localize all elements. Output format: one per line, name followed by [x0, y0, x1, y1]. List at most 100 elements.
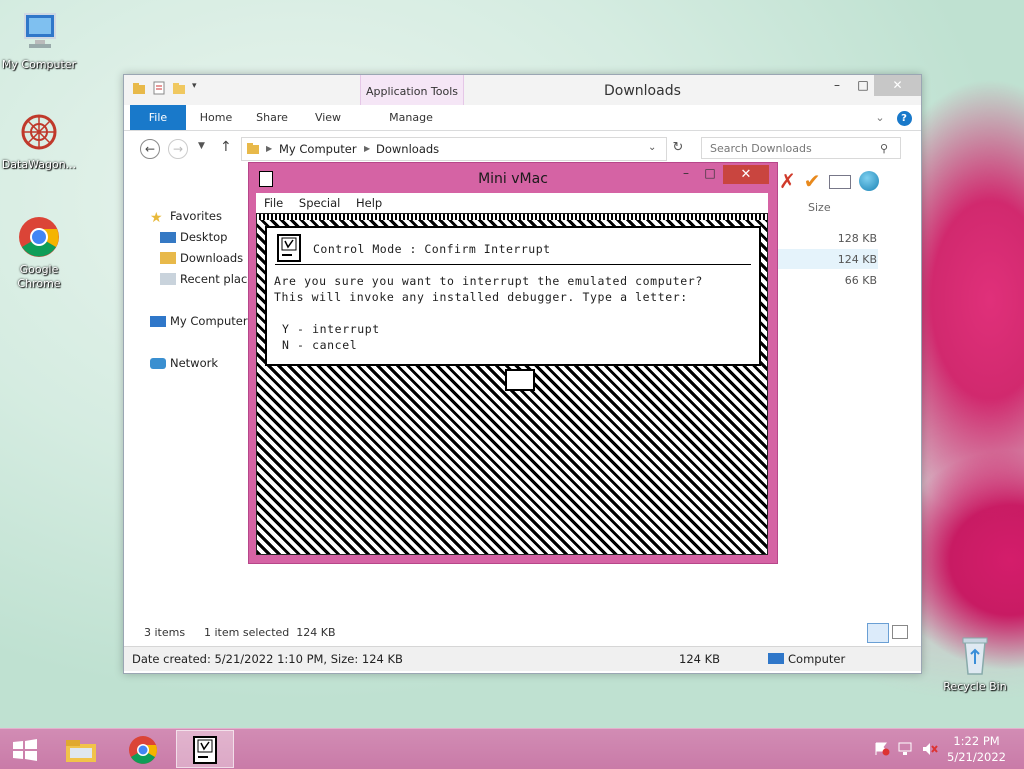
ribbon-tabs: File Home Share View Manage ⌄ ?	[124, 105, 921, 131]
tab-home[interactable]: Home	[194, 105, 238, 130]
checkmark-icon[interactable]: ✔	[804, 169, 821, 193]
dialog-line-2: This will invoke any installed debugger.…	[274, 290, 688, 304]
chrome-icon	[17, 215, 61, 259]
network-icon	[150, 358, 166, 369]
application-tools-tab: Application Tools	[360, 75, 464, 105]
chevron-down-icon[interactable]: ▾	[192, 81, 206, 95]
globe-icon[interactable]	[858, 171, 879, 191]
tab-view[interactable]: View	[306, 105, 350, 130]
details-location: Computer	[788, 652, 846, 666]
recent-locations-icon[interactable]: ▼	[198, 141, 205, 151]
taskbar-chrome[interactable]	[114, 730, 172, 768]
minivmac-titlebar[interactable]: Mini vMac – □ ✕	[249, 163, 777, 193]
details-size: 124 KB	[679, 652, 721, 666]
nav-recent-places[interactable]: Recent places	[160, 272, 260, 286]
taskbar-minivmac[interactable]	[176, 730, 234, 768]
minivmac-maximize-button[interactable]: □	[697, 165, 723, 184]
address-box[interactable]: ▶ My Computer ▶ Downloads ⌄	[241, 137, 667, 161]
dialog-option-n: N - cancel	[282, 338, 358, 352]
breadcrumb-root[interactable]: My Computer	[279, 142, 357, 156]
star-icon: ★	[150, 210, 163, 226]
file-details: Date created: 5/21/2022 1:10 PM, Size: 1…	[132, 652, 403, 666]
minivmac-minimize-button[interactable]: –	[673, 165, 699, 184]
nav-network[interactable]: Network	[150, 356, 218, 370]
navigation-pane: ★ Favorites Desktop Downloads Recent plac…	[124, 195, 260, 625]
search-input[interactable]: Search Downloads	[701, 137, 901, 159]
windows-logo-icon	[13, 739, 37, 761]
explorer-titlebar[interactable]: ▾ Application Tools Downloads – □ ✕	[124, 75, 921, 105]
breadcrumb-separator: ▶	[364, 144, 371, 153]
desktop-icon-label: Google Chrome	[17, 263, 61, 290]
computer-icon	[768, 653, 784, 664]
address-dropdown-icon[interactable]: ⌄	[648, 142, 656, 153]
help-icon[interactable]: ?	[894, 105, 914, 130]
refresh-button[interactable]: ↻	[668, 140, 688, 155]
desktop-icon	[160, 232, 176, 243]
mac-classic-icon	[277, 234, 301, 262]
network-status-icon[interactable]	[898, 742, 914, 756]
recycle-bin-icon	[953, 632, 997, 676]
item-count: 3 items	[144, 626, 186, 639]
minivmac-close-button[interactable]: ✕	[723, 165, 769, 184]
minivmac-icon	[193, 736, 217, 764]
dialog-option-y: Y - interrupt	[282, 322, 380, 336]
properties-icon[interactable]	[152, 81, 166, 95]
screen-top-border	[257, 214, 767, 220]
column-header-size[interactable]: Size	[808, 201, 831, 214]
close-button[interactable]: ✕	[874, 75, 921, 96]
ribbon-expand-icon[interactable]: ⌄	[872, 105, 888, 130]
desktop-icon-label: DataWagon...	[1, 158, 77, 171]
chrome-icon	[129, 736, 157, 764]
nav-downloads[interactable]: Downloads	[160, 251, 243, 265]
clock-time: 1:22 PM	[953, 734, 1000, 748]
nav-my-computer[interactable]: My Computer	[150, 314, 248, 328]
taskbar: 1:22 PM 5/21/2022	[0, 728, 1024, 769]
breadcrumb-separator: ▶	[266, 144, 273, 153]
minivmac-menubar: File Special Help	[256, 193, 768, 213]
search-icon[interactable]: ⚲	[880, 142, 888, 155]
details-view-button[interactable]	[867, 623, 889, 643]
maximize-button[interactable]: □	[850, 75, 876, 96]
emulated-screen[interactable]: Control Mode : Confirm Interrupt Are you…	[256, 213, 768, 555]
quick-access-toolbar: ▾	[132, 81, 206, 95]
file-explorer-icon	[66, 740, 96, 762]
action-center-flag-icon[interactable]	[874, 742, 890, 756]
clock-date: 5/21/2022	[947, 750, 1006, 764]
downloads-folder-icon	[160, 252, 176, 264]
desktop-icon-label: Recycle Bin	[943, 680, 1007, 693]
folder-icon	[247, 143, 259, 154]
tab-file[interactable]: File	[130, 105, 186, 130]
desktop-icon-my-computer[interactable]: My Computer	[0, 10, 78, 72]
tab-share[interactable]: Share	[250, 105, 294, 130]
recent-places-icon	[160, 273, 176, 285]
large-icons-view-button[interactable]	[892, 625, 908, 639]
taskbar-explorer[interactable]	[52, 730, 110, 768]
forward-button[interactable]: →	[168, 139, 188, 159]
dialog-heading: Control Mode : Confirm Interrupt	[313, 242, 551, 256]
folder-icon[interactable]	[132, 81, 146, 95]
details-bar: Date created: 5/21/2022 1:10 PM, Size: 1…	[124, 646, 921, 671]
system-clock[interactable]: 1:22 PM 5/21/2022	[947, 733, 1006, 765]
nav-favorites[interactable]: ★ Favorites	[150, 209, 222, 226]
up-button[interactable]: ↑	[220, 139, 232, 155]
delete-icon[interactable]: ✗	[779, 169, 796, 193]
nav-desktop[interactable]: Desktop	[160, 230, 227, 244]
file-size: 124 KB	[837, 253, 877, 266]
back-button[interactable]: ←	[140, 139, 160, 159]
file-size: 128 KB	[837, 232, 877, 245]
minivmac-window: Mini vMac – □ ✕ File Special Help Contro…	[248, 162, 778, 564]
volume-muted-icon[interactable]	[922, 742, 938, 756]
menu-special[interactable]: Special	[299, 196, 340, 210]
start-button[interactable]	[0, 730, 58, 768]
menu-file[interactable]: File	[264, 196, 283, 210]
menu-help[interactable]: Help	[356, 196, 382, 210]
tab-manage[interactable]: Manage	[382, 105, 440, 130]
desktop-icon-datawagon[interactable]: DataWagon...	[0, 110, 78, 172]
new-folder-icon[interactable]	[172, 81, 186, 95]
desktop-icon-recycle-bin[interactable]: Recycle Bin	[936, 632, 1014, 694]
rename-icon[interactable]	[828, 175, 851, 189]
minimize-button[interactable]: –	[824, 75, 850, 96]
breadcrumb-current[interactable]: Downloads	[376, 142, 439, 156]
window-title: Downloads	[604, 83, 681, 99]
desktop-icon-chrome[interactable]: Google Chrome	[0, 215, 78, 291]
